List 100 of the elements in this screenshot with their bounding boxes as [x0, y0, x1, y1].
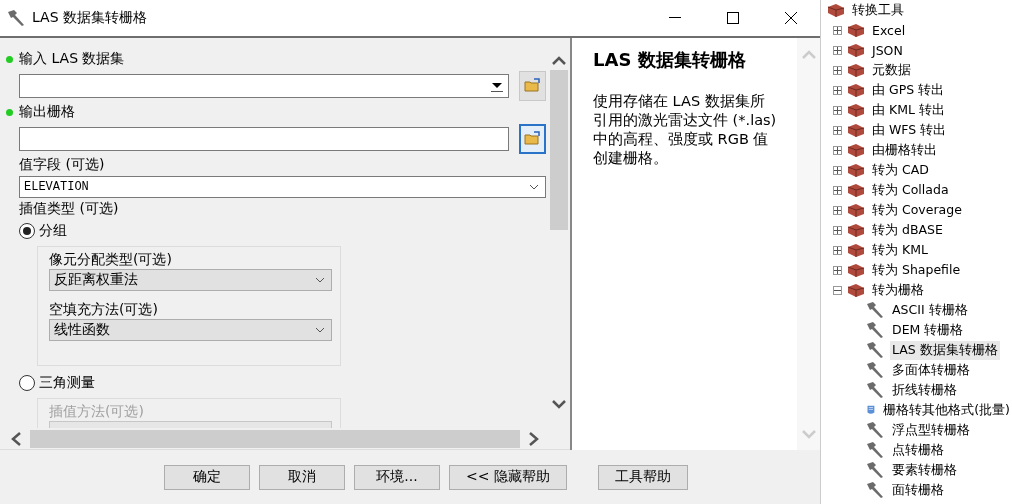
radio-label: 分组 — [39, 222, 67, 240]
tree-item[interactable]: 转换工具 — [850, 0, 906, 20]
hammer-icon — [865, 321, 885, 339]
tree-item[interactable]: 转为 CAD — [870, 160, 931, 180]
dialog-button[interactable]: 环境... — [354, 464, 440, 490]
close-icon[interactable] — [785, 12, 797, 24]
expand-icon[interactable] — [833, 25, 842, 35]
expand-icon[interactable] — [833, 205, 842, 215]
dialog-button[interactable]: 工具帮助 — [597, 464, 688, 490]
tree-item[interactable]: 元数据 — [870, 60, 913, 80]
combo-field[interactable] — [19, 73, 509, 98]
radio-button[interactable] — [19, 223, 35, 239]
tree-item[interactable]: 转为 Shapefile — [870, 260, 963, 280]
radio-button[interactable] — [19, 375, 35, 391]
tree-item[interactable]: 由栅格转出 — [870, 140, 939, 160]
hammer-icon — [865, 461, 885, 479]
tree-item[interactable]: ASCII 转栅格 — [890, 300, 970, 320]
dialog-button[interactable]: << 隐藏帮助 — [449, 464, 567, 490]
collapse-icon[interactable] — [833, 285, 842, 295]
tree-item[interactable]: 要素转栅格 — [890, 460, 959, 480]
maximize-icon[interactable] — [727, 12, 739, 24]
toolbox-icon — [847, 23, 865, 37]
tree-item[interactable]: LAS 数据集转栅格 — [890, 340, 1000, 360]
toolbox-icon — [847, 263, 865, 277]
tree-item[interactable]: 转为 dBASE — [870, 220, 945, 240]
minimize-icon[interactable] — [669, 17, 681, 19]
expand-icon[interactable] — [833, 85, 842, 95]
toolbox-icon — [847, 203, 865, 217]
toolbox-icon — [847, 63, 865, 77]
toolbox-icon — [847, 123, 865, 137]
expand-icon[interactable] — [833, 225, 842, 235]
tree-item[interactable]: 转为 Coverage — [870, 200, 964, 220]
expand-icon[interactable] — [833, 185, 842, 195]
expand-icon[interactable] — [833, 165, 842, 175]
field-label: 插值类型 (可选) — [19, 200, 119, 218]
tree-item[interactable]: 面转栅格 — [890, 480, 946, 500]
toolbox-icon — [847, 143, 865, 157]
expand-icon[interactable] — [833, 65, 842, 75]
tree-item[interactable]: 浮点型转栅格 — [890, 420, 972, 440]
tree-item[interactable]: 转为栅格 — [870, 280, 926, 300]
toolbox-icon — [847, 103, 865, 117]
param-label: 空填充方法(可选) — [49, 301, 159, 319]
help-text: 使用存储在 LAS 数据集所引用的激光雷达文件 (*.las) 中的高程、强度或 RGB 值创建栅格。 — [593, 92, 778, 168]
hammer-icon — [865, 381, 885, 399]
param-dropdown[interactable]: 线性函数 — [49, 319, 332, 341]
toolbox-icon — [847, 163, 865, 177]
value-field-dropdown[interactable]: ELEVATION — [19, 176, 546, 198]
toolbox-icon — [847, 223, 865, 237]
expand-icon[interactable] — [833, 45, 842, 55]
browse-button[interactable] — [519, 123, 546, 154]
tree-item[interactable]: 转为 KML — [870, 240, 930, 260]
tree-item[interactable]: 由 KML 转出 — [870, 100, 947, 120]
field-label: 值字段 (可选) — [19, 156, 105, 174]
expand-icon[interactable] — [833, 125, 842, 135]
scroll-up-icon[interactable] — [550, 54, 567, 66]
folder-icon — [523, 78, 542, 93]
folder-icon — [523, 131, 542, 146]
field-label: 输出栅格 — [19, 103, 75, 121]
tree-item[interactable]: DEM 转栅格 — [890, 320, 966, 340]
tree-item[interactable]: 多面体转栅格 — [890, 360, 972, 380]
expand-icon[interactable] — [833, 105, 842, 115]
toolbox-icon — [847, 183, 865, 197]
dialog-button[interactable]: 取消 — [259, 464, 345, 490]
radio-label: 三角测量 — [39, 374, 95, 392]
hammer-icon — [865, 301, 885, 319]
tree-item[interactable]: 由 GPS 转出 — [870, 80, 947, 100]
expand-icon[interactable] — [833, 245, 842, 255]
caret-icon — [315, 327, 325, 333]
hammer-icon — [6, 9, 26, 27]
toolbox-icon — [847, 283, 865, 297]
caret-icon — [529, 184, 539, 190]
param-dropdown[interactable]: 反距离权重法 — [49, 269, 332, 291]
input-field[interactable] — [19, 126, 509, 151]
hammer-icon — [865, 441, 885, 459]
browse-button[interactable] — [519, 70, 546, 101]
tree-item[interactable]: 转为 Collada — [870, 180, 951, 200]
scroll-left-icon[interactable] — [10, 430, 22, 447]
toolbox-icon — [847, 43, 865, 57]
toolbox-icon — [847, 243, 865, 257]
tree-item[interactable]: 点转栅格 — [890, 440, 946, 460]
tree-item[interactable]: 折线转栅格 — [890, 380, 959, 400]
tree-item[interactable]: 栅格转其他格式(批量) — [881, 400, 1012, 420]
hammer-icon — [865, 421, 885, 439]
tree-item[interactable]: Excel — [870, 21, 908, 39]
window-title: LAS 数据集转栅格 — [32, 9, 149, 27]
expand-icon[interactable] — [833, 265, 842, 275]
param-label: 像元分配类型(可选) — [49, 251, 173, 269]
help-title: LAS 数据集转栅格 — [593, 48, 747, 72]
scroll-right-icon[interactable] — [528, 430, 540, 447]
horizontal-scrollbar[interactable] — [0, 428, 570, 450]
tree-item[interactable]: JSON — [870, 41, 905, 59]
toolbox-icon — [847, 83, 865, 97]
tree-item[interactable]: 由 WFS 转出 — [870, 120, 949, 140]
dialog-button[interactable]: 确定 — [164, 464, 250, 490]
scroll-down-icon[interactable] — [550, 398, 567, 410]
param-label: 插值方法(可选) — [49, 403, 145, 421]
expand-icon[interactable] — [833, 145, 842, 155]
toolbox-icon — [827, 3, 845, 17]
hammer-icon — [865, 341, 885, 359]
hammer-icon — [865, 481, 885, 499]
